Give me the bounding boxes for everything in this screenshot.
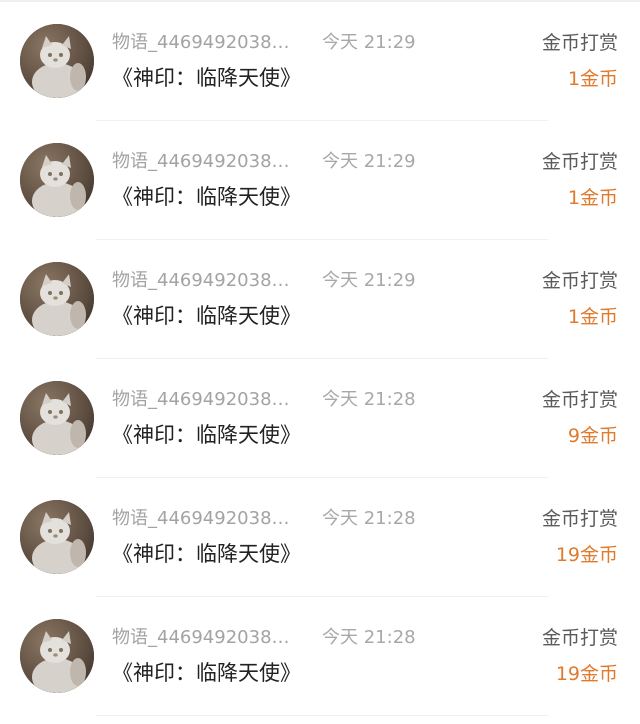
username[interactable]: 物语_4469492038… — [112, 270, 292, 292]
reward-amount: 1金币 — [567, 187, 618, 209]
reward-type-label: 金币打赏 — [541, 627, 618, 649]
book-title[interactable]: 《神印：临降天使》 — [112, 660, 301, 686]
cat-avatar-icon[interactable] — [20, 262, 94, 336]
reward-amount: 9金币 — [567, 425, 618, 447]
cat-avatar-icon[interactable] — [20, 619, 94, 693]
reward-amount: 19金币 — [555, 663, 618, 685]
cat-avatar-icon[interactable] — [20, 381, 94, 455]
cat-avatar-icon[interactable] — [20, 500, 94, 574]
timestamp: 今天 21:28 — [322, 627, 416, 648]
book-title[interactable]: 《神印：临降天使》 — [112, 65, 301, 91]
username[interactable]: 物语_4469492038… — [112, 32, 292, 54]
reward-list-item[interactable]: 物语_4469492038… 今天 21:29 《神印：临降天使》 金币打赏 1… — [0, 121, 640, 240]
reward-amount: 1金币 — [567, 306, 618, 328]
timestamp: 今天 21:29 — [322, 151, 416, 172]
reward-list-item[interactable]: 物语_4469492038… 今天 21:29 《神印：临降天使》 金币打赏 1… — [0, 240, 640, 359]
book-title[interactable]: 《神印：临降天使》 — [112, 422, 301, 448]
reward-list-item[interactable]: 物语_4469492038… 今天 21:28 《神印：临降天使》 金币打赏 1… — [0, 597, 640, 716]
reward-amount: 1金币 — [567, 68, 618, 90]
book-title[interactable]: 《神印：临降天使》 — [112, 303, 301, 329]
book-title[interactable]: 《神印：临降天使》 — [112, 184, 301, 210]
reward-type-label: 金币打赏 — [541, 508, 618, 530]
timestamp: 今天 21:29 — [322, 32, 416, 53]
reward-type-label: 金币打赏 — [541, 389, 618, 411]
timestamp: 今天 21:28 — [322, 389, 416, 410]
username[interactable]: 物语_4469492038… — [112, 389, 292, 411]
timestamp: 今天 21:28 — [322, 508, 416, 529]
reward-list-item[interactable]: 物语_4469492038… 今天 21:28 《神印：临降天使》 金币打赏 9… — [0, 359, 640, 478]
username[interactable]: 物语_4469492038… — [112, 151, 292, 173]
cat-avatar-icon[interactable] — [20, 24, 94, 98]
row-divider — [96, 715, 548, 716]
book-title[interactable]: 《神印：临降天使》 — [112, 541, 301, 567]
reward-type-label: 金币打赏 — [541, 32, 618, 54]
username[interactable]: 物语_4469492038… — [112, 508, 292, 530]
cat-avatar-icon[interactable] — [20, 143, 94, 217]
reward-amount: 19金币 — [555, 544, 618, 566]
reward-list-item[interactable]: 物语_4469492038… 今天 21:28 《神印：临降天使》 金币打赏 1… — [0, 478, 640, 597]
reward-list-item[interactable]: 物语_4469492038… 今天 21:29 《神印：临降天使》 金币打赏 1… — [0, 2, 640, 121]
reward-type-label: 金币打赏 — [541, 151, 618, 173]
reward-type-label: 金币打赏 — [541, 270, 618, 292]
reward-list: 物语_4469492038… 今天 21:29 《神印：临降天使》 金币打赏 1… — [0, 2, 640, 716]
timestamp: 今天 21:29 — [322, 270, 416, 291]
username[interactable]: 物语_4469492038… — [112, 627, 292, 649]
